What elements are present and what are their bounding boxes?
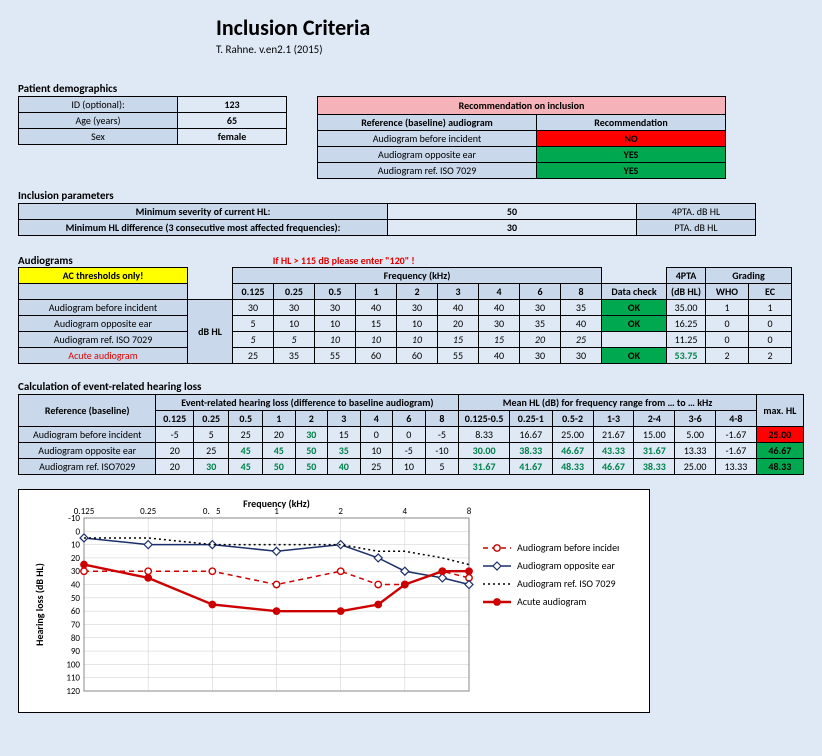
demo-table: ID (optional):123Age (years)65Sexfemale bbox=[18, 96, 287, 145]
svg-text:120: 120 bbox=[66, 686, 80, 697]
svg-text:60: 60 bbox=[71, 606, 81, 617]
incl-table: Minimum severity of current HL:504PTA. d… bbox=[18, 203, 756, 236]
page-subtitle: T. Rahne. v.en2.1 (2015) bbox=[216, 43, 804, 56]
demo-head: Patient demographics bbox=[18, 82, 287, 95]
svg-text:90: 90 bbox=[71, 646, 81, 657]
rec-table: Recommendation on inclusionReference (ba… bbox=[317, 96, 726, 179]
svg-text:Audiogram ref. ISO 7029: Audiogram ref. ISO 7029 bbox=[517, 577, 616, 590]
calc-table: Reference (baseline)Event-related hearin… bbox=[18, 394, 804, 475]
svg-text:40: 40 bbox=[71, 580, 81, 591]
svg-text:Audiogram before incident: Audiogram before incident bbox=[517, 541, 619, 554]
svg-text:0.: 0. bbox=[203, 506, 210, 517]
svg-text:Hearing loss (dB HL): Hearing loss (dB HL) bbox=[33, 563, 46, 646]
svg-text:10: 10 bbox=[71, 540, 81, 551]
svg-text:80: 80 bbox=[71, 633, 81, 644]
calc-head: Calculation of event-related hearing los… bbox=[18, 380, 804, 393]
audiogram-chart: Frequency (kHz)-100102030405060708090100… bbox=[18, 489, 650, 713]
page-title: Inclusion Criteria bbox=[216, 14, 804, 41]
svg-text:110: 110 bbox=[66, 673, 80, 684]
aud-head: Audiograms bbox=[18, 254, 73, 267]
incl-head: Inclusion parameters bbox=[18, 189, 804, 202]
svg-text:0: 0 bbox=[75, 526, 80, 537]
svg-text:20: 20 bbox=[71, 553, 81, 564]
svg-text:4: 4 bbox=[403, 506, 408, 517]
svg-text:Acute audiogram: Acute audiogram bbox=[517, 595, 586, 608]
svg-text:Audiogram opposite ear: Audiogram opposite ear bbox=[517, 559, 615, 572]
svg-text:2: 2 bbox=[338, 506, 343, 517]
svg-text:100: 100 bbox=[66, 659, 80, 670]
hl-warning: If HL > 115 dB please enter "120" ! bbox=[273, 254, 415, 267]
svg-text:5: 5 bbox=[216, 506, 221, 517]
svg-text:0.25: 0.25 bbox=[140, 506, 156, 517]
svg-text:70: 70 bbox=[71, 619, 81, 630]
svg-text:8: 8 bbox=[467, 506, 472, 517]
aud-table: AC thresholds only!Frequency (kHz)4PTAGr… bbox=[18, 267, 792, 364]
svg-text:50: 50 bbox=[71, 593, 81, 604]
svg-text:1: 1 bbox=[274, 506, 279, 517]
svg-text:30: 30 bbox=[71, 566, 81, 577]
svg-text:0.125: 0.125 bbox=[74, 506, 95, 517]
